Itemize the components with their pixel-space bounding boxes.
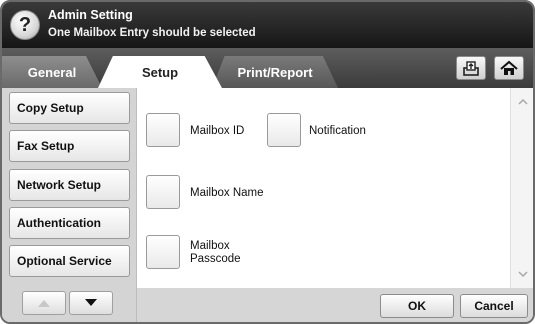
tab-setup[interactable]: Setup xyxy=(98,56,222,88)
sidebar-item-optional-service[interactable]: Optional Service xyxy=(9,245,130,277)
page-title: Admin Setting xyxy=(48,8,133,22)
mailbox-passcode-line2: Passcode xyxy=(190,253,241,265)
cancel-button[interactable]: Cancel xyxy=(460,294,528,318)
home-button[interactable] xyxy=(494,56,524,80)
mailbox-name-button[interactable] xyxy=(146,175,180,209)
chevron-up-icon[interactable] xyxy=(511,92,533,112)
mailbox-passcode-label: Mailbox Passcode xyxy=(190,240,241,266)
mailbox-id-label: Mailbox ID xyxy=(190,125,245,137)
sidebar-item-copy-setup[interactable]: Copy Setup xyxy=(9,92,130,124)
arrow-up-icon xyxy=(38,300,50,307)
content-scrollbar[interactable] xyxy=(510,88,533,288)
mailbox-passcode-button[interactable] xyxy=(146,235,180,269)
help-question-icon[interactable]: ? xyxy=(10,10,40,40)
scroll-up-button[interactable] xyxy=(22,291,66,315)
paper-tray-icon xyxy=(463,61,479,76)
status-message: One Mailbox Entry should be selected xyxy=(48,27,256,39)
scroll-down-button[interactable] xyxy=(69,291,113,315)
notification-label: Notification xyxy=(309,125,366,137)
mailbox-id-button[interactable] xyxy=(146,113,180,147)
chevron-down-icon[interactable] xyxy=(511,264,533,284)
paper-tray-button[interactable] xyxy=(456,56,486,80)
options-panel: Mailbox ID Notification Mailbox Name Mai… xyxy=(136,88,533,288)
arrow-down-icon xyxy=(85,299,97,306)
sidebar-item-network-setup[interactable]: Network Setup xyxy=(9,169,130,201)
home-icon xyxy=(500,60,518,75)
sidebar-item-authentication[interactable]: Authentication xyxy=(9,207,130,239)
tab-print-report[interactable]: Print/Report xyxy=(212,56,338,88)
app-window: ? Admin Setting One Mailbox Entry should… xyxy=(0,0,535,324)
help-glyph: ? xyxy=(18,13,32,36)
notification-button[interactable] xyxy=(267,113,301,147)
footer-bar: OK Cancel xyxy=(136,288,533,322)
mailbox-name-label: Mailbox Name xyxy=(190,187,264,199)
mailbox-passcode-line1: Mailbox xyxy=(190,240,230,252)
ok-button[interactable]: OK xyxy=(380,294,454,318)
main-panel: Copy Setup Fax Setup Network Setup Authe… xyxy=(2,88,533,322)
tab-general[interactable]: General xyxy=(2,56,102,88)
sidebar: Copy Setup Fax Setup Network Setup Authe… xyxy=(2,88,136,322)
tab-bar: General Print/Report Setup xyxy=(2,48,533,88)
sidebar-item-fax-setup[interactable]: Fax Setup xyxy=(9,130,130,162)
header-bar: ? Admin Setting One Mailbox Entry should… xyxy=(2,2,533,48)
